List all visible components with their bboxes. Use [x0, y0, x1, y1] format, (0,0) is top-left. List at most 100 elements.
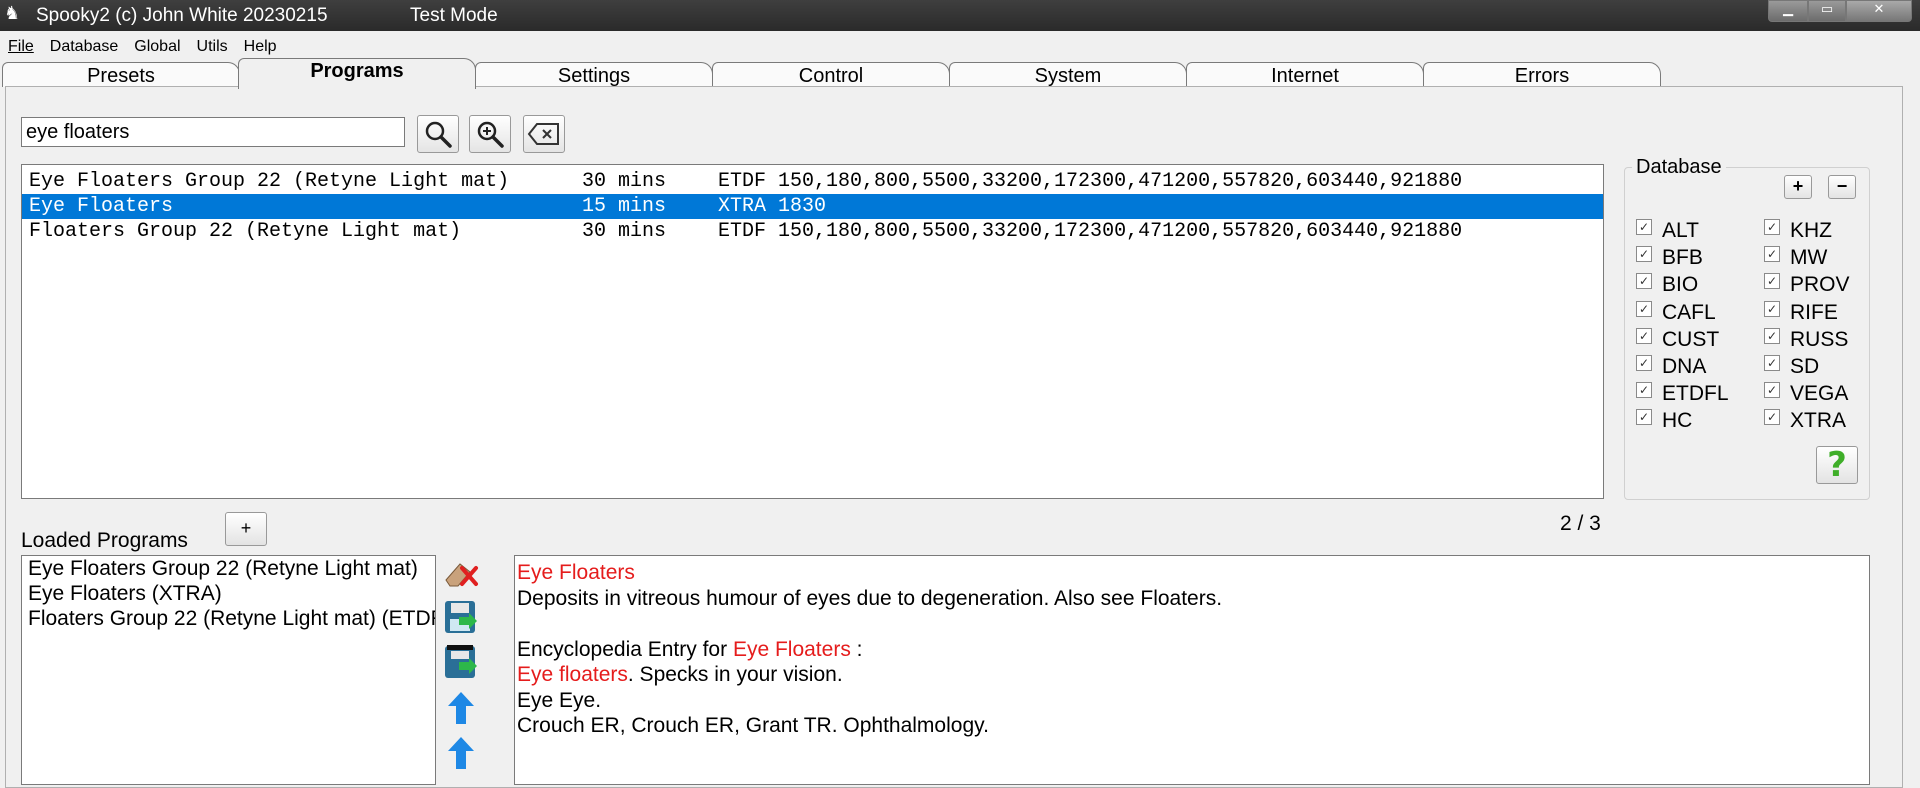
- encyclopedia-suffix: :: [850, 637, 863, 661]
- db-checkbox-xtra[interactable]: ✓ XTRA: [1764, 408, 1846, 434]
- search-input[interactable]: [21, 117, 405, 147]
- program-row[interactable]: Floaters Group 22 (Retyne Light mat) 30 …: [22, 219, 1603, 244]
- db-checkbox-sd[interactable]: ✓ SD: [1764, 354, 1819, 380]
- save-as-button[interactable]: [440, 642, 482, 682]
- zoom-in-icon: [477, 121, 504, 148]
- db-checkbox-label: RUSS: [1790, 327, 1849, 351]
- checkbox-check-icon[interactable]: ✓: [1764, 382, 1780, 399]
- db-checkbox-alt[interactable]: ✓ ALT: [1636, 218, 1699, 244]
- program-results-list[interactable]: Eye Floaters Group 22 (Retyne Light mat)…: [21, 164, 1604, 499]
- info-description: Deposits in vitreous humour of eyes due …: [517, 586, 1223, 610]
- arrow-up-icon: [448, 737, 474, 769]
- add-program-button[interactable]: +: [225, 512, 267, 546]
- close-button[interactable]: ✕: [1846, 0, 1912, 22]
- menu-global[interactable]: Global: [126, 35, 188, 59]
- encyclopedia-line: Crouch ER, Crouch ER, Grant TR. Ophthalm…: [517, 714, 989, 737]
- menu-help[interactable]: Help: [236, 35, 285, 59]
- save-as-icon: [445, 645, 477, 678]
- loaded-programs-list[interactable]: Eye Floaters Group 22 (Retyne Light mat)…: [21, 555, 436, 785]
- search-button[interactable]: [417, 115, 459, 153]
- window-title: Spooky2 (c) John White 20230215: [36, 5, 328, 26]
- db-checkbox-prov[interactable]: ✓ PROV: [1764, 272, 1850, 298]
- menu-file[interactable]: File: [0, 35, 42, 59]
- program-frequencies: XTRA 1830: [718, 195, 827, 218]
- checkbox-check-icon[interactable]: ✓: [1636, 273, 1652, 290]
- encyclopedia-line: Eye floaters. Specks in your vision.: [517, 662, 1869, 688]
- maximize-button[interactable]: ▭: [1808, 0, 1846, 22]
- tab-internet[interactable]: Internet: [1186, 62, 1424, 87]
- checkbox-check-icon[interactable]: ✓: [1636, 327, 1652, 344]
- tab-system[interactable]: System: [949, 62, 1187, 87]
- list-item[interactable]: Eye Floaters Group 22 (Retyne Light mat): [22, 556, 435, 581]
- db-checkbox-dna[interactable]: ✓ DNA: [1636, 354, 1706, 380]
- db-checkbox-etdfl[interactable]: ✓ ETDFL: [1636, 381, 1729, 407]
- db-checkbox-label: BFB: [1662, 246, 1703, 270]
- db-checkbox-label: SD: [1790, 355, 1820, 378]
- db-checkbox-mw[interactable]: ✓ MW: [1764, 245, 1827, 271]
- database-add-button[interactable]: +: [1784, 175, 1812, 199]
- program-frequencies: ETDF 150,180,800,5500,33200,172300,47120…: [718, 170, 1463, 193]
- tab-programs[interactable]: Programs: [238, 58, 476, 89]
- db-checkbox-bfb[interactable]: ✓ BFB: [1636, 245, 1703, 271]
- tab-presets[interactable]: Presets: [2, 62, 240, 87]
- checkbox-check-icon[interactable]: ✓: [1764, 327, 1780, 344]
- db-checkbox-khz[interactable]: ✓ KHZ: [1764, 218, 1832, 244]
- checkbox-check-icon[interactable]: ✓: [1636, 300, 1652, 317]
- move-up-button[interactable]: [440, 688, 482, 728]
- db-checkbox-label: CUST: [1662, 327, 1720, 351]
- database-remove-button[interactable]: −: [1828, 175, 1856, 199]
- db-checkbox-label: ETDFL: [1662, 382, 1729, 406]
- db-checkbox-hc[interactable]: ✓ HC: [1636, 408, 1692, 434]
- encyclopedia-text: . Specks in your vision.: [627, 663, 843, 686]
- checkbox-check-icon[interactable]: ✓: [1764, 300, 1780, 317]
- db-checkbox-rife[interactable]: ✓ RIFE: [1764, 300, 1838, 326]
- minimize-button[interactable]: ▁: [1768, 0, 1808, 22]
- program-duration: 15 mins: [582, 195, 667, 218]
- move-top-button[interactable]: [440, 733, 482, 773]
- help-button[interactable]: ?: [1816, 446, 1858, 484]
- checkbox-check-icon[interactable]: ✓: [1764, 219, 1780, 235]
- program-row-selected[interactable]: Eye Floaters 15 mins XTRA 1830: [22, 194, 1603, 219]
- list-item[interactable]: Eye Floaters (XTRA): [22, 581, 435, 606]
- db-checkbox-cafl[interactable]: ✓ CAFL: [1636, 300, 1716, 326]
- save-program-button[interactable]: [440, 597, 482, 637]
- db-checkbox-label: ALT: [1662, 219, 1699, 242]
- menu-database[interactable]: Database: [42, 35, 127, 59]
- checkbox-check-icon[interactable]: ✓: [1636, 246, 1652, 263]
- encyclopedia-heading: Encyclopedia Entry for Eye Floaters :: [517, 637, 1869, 663]
- menu-utils[interactable]: Utils: [189, 35, 236, 59]
- remove-program-button[interactable]: [440, 552, 482, 592]
- checkbox-check-icon[interactable]: ✓: [1764, 409, 1780, 426]
- encyclopedia-term: Eye Floaters: [732, 637, 851, 661]
- program-name: Floaters Group 22 (Retyne Light mat): [29, 220, 462, 243]
- window-controls: ▁ ▭ ✕: [1768, 0, 1912, 22]
- program-duration: 30 mins: [582, 170, 667, 193]
- checkbox-check-icon[interactable]: ✓: [1764, 246, 1780, 263]
- database-title: Database: [1632, 156, 1726, 179]
- db-checkbox-label: MW: [1790, 246, 1828, 270]
- arrow-up-icon: [448, 692, 474, 724]
- clear-search-button[interactable]: [523, 115, 565, 153]
- list-item[interactable]: Floaters Group 22 (Retyne Light mat) (ET…: [22, 606, 435, 631]
- db-checkbox-label: KHZ: [1790, 219, 1832, 242]
- tab-control[interactable]: Control: [712, 62, 950, 87]
- tab-settings[interactable]: Settings: [475, 62, 713, 87]
- checkbox-check-icon[interactable]: ✓: [1636, 409, 1652, 426]
- db-checkbox-bio[interactable]: ✓ BIO: [1636, 272, 1698, 298]
- db-checkbox-label: XTRA: [1790, 409, 1847, 433]
- db-checkbox-cust[interactable]: ✓ CUST: [1636, 327, 1719, 353]
- checkbox-check-icon[interactable]: ✓: [1764, 273, 1780, 290]
- checkbox-check-icon[interactable]: ✓: [1636, 355, 1652, 371]
- db-checkbox-label: HC: [1662, 409, 1693, 433]
- checkbox-check-icon[interactable]: ✓: [1636, 219, 1652, 235]
- db-checkbox-russ[interactable]: ✓ RUSS: [1764, 327, 1848, 353]
- zoom-search-button[interactable]: [469, 115, 511, 153]
- db-checkbox-label: RIFE: [1790, 300, 1838, 324]
- checkbox-check-icon[interactable]: ✓: [1636, 382, 1652, 399]
- menu-bar: File Database Global Utils Help: [0, 35, 285, 59]
- program-row[interactable]: Eye Floaters Group 22 (Retyne Light mat)…: [22, 169, 1603, 194]
- checkbox-check-icon[interactable]: ✓: [1764, 355, 1780, 371]
- program-info-panel: Eye Floaters Deposits in vitreous humour…: [514, 555, 1870, 785]
- db-checkbox-vega[interactable]: ✓ VEGA: [1764, 381, 1848, 407]
- tab-errors[interactable]: Errors: [1423, 62, 1661, 87]
